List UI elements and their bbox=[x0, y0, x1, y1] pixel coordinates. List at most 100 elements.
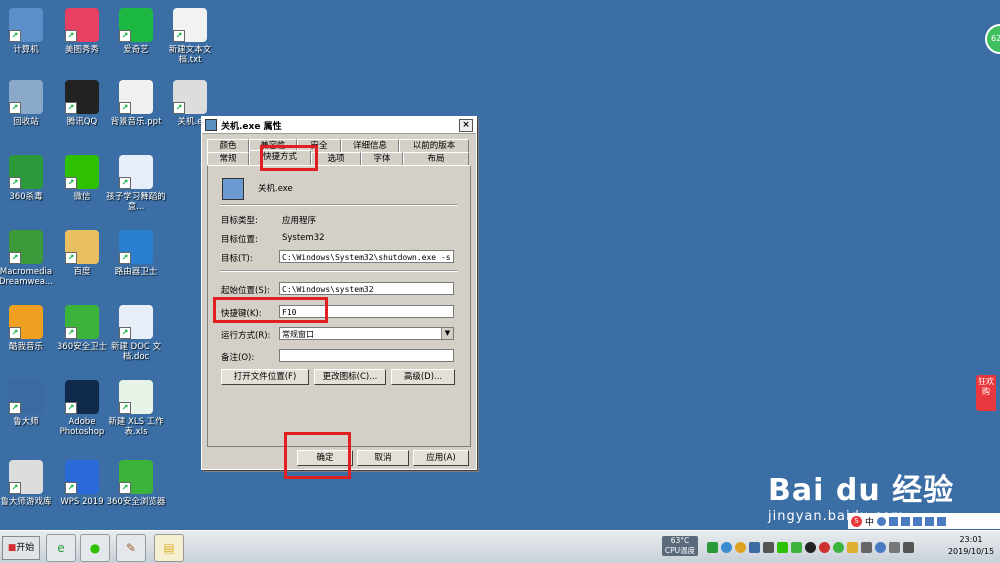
desktop-icon-label: 孩子学习舞蹈的意... bbox=[106, 192, 166, 212]
clock-date: 2019/10/15 bbox=[947, 547, 995, 556]
cpu-temp-widget[interactable]: 63°C CPU温度 bbox=[662, 536, 698, 556]
tab-previous-versions[interactable]: 以前的版本 bbox=[399, 139, 469, 152]
target-location-label: 目标位置: bbox=[221, 235, 258, 245]
wps-icon: ↗ bbox=[65, 460, 99, 494]
ime-mode[interactable]: 中 bbox=[865, 515, 874, 528]
sogou-icon[interactable]: S bbox=[851, 515, 862, 527]
dialog-title: 关机.exe 属性 bbox=[221, 121, 282, 132]
tab-details[interactable]: 详细信息 bbox=[341, 139, 399, 152]
dreamweaver-icon: ↗ bbox=[9, 230, 43, 264]
tray-display-icon[interactable] bbox=[763, 541, 774, 553]
close-button[interactable]: × bbox=[459, 118, 473, 132]
tab-options[interactable]: 选项 bbox=[311, 152, 361, 165]
floating-ball-badge[interactable]: 62 bbox=[985, 24, 1000, 54]
folder-icon: ↗ bbox=[65, 230, 99, 264]
tray-kuwo-icon[interactable] bbox=[735, 541, 746, 553]
shortcut-arrow-icon: ↗ bbox=[173, 102, 185, 114]
open-file-location-button[interactable]: 打开文件位置(F) bbox=[221, 369, 309, 385]
desktop-icon-router[interactable]: ↗ 路由器卫士 bbox=[104, 230, 168, 277]
shortcut-arrow-icon: ↗ bbox=[119, 177, 131, 189]
tab-general[interactable]: 常规 bbox=[207, 152, 249, 165]
shortcut-arrow-icon: ↗ bbox=[173, 30, 185, 42]
apply-button[interactable]: 应用(A) bbox=[413, 450, 469, 466]
start-in-input[interactable]: C:\Windows\system32 bbox=[279, 282, 454, 295]
tray-volume-icon[interactable] bbox=[903, 541, 914, 553]
shortcut-arrow-icon: ↗ bbox=[9, 177, 21, 189]
desktop-icon-word-file[interactable]: ↗ 孩子学习舞蹈的意... bbox=[104, 155, 168, 212]
taskbar: ■开始 e ● ✎ ▤ 63°C CPU温度 23:01 2019/10/15 bbox=[0, 530, 1000, 563]
taskbar-paint-icon[interactable]: ✎ bbox=[116, 534, 146, 562]
shortcut-arrow-icon: ↗ bbox=[65, 177, 77, 189]
punct-icon[interactable] bbox=[877, 516, 887, 526]
shortcut-arrow-icon: ↗ bbox=[119, 102, 131, 114]
baidu-brand: Bai du 经验 bbox=[768, 473, 955, 508]
game-pad-icon: ↗ bbox=[9, 460, 43, 494]
shortcut-file-icon bbox=[222, 178, 244, 200]
tab-color[interactable]: 颜色 bbox=[207, 139, 249, 152]
computer-icon: ↗ bbox=[9, 8, 43, 42]
clock-time: 23:01 bbox=[959, 535, 983, 544]
taskbar-explorer-icon[interactable]: ▤ bbox=[154, 534, 184, 562]
taskbar-wechat-icon[interactable]: ● bbox=[80, 534, 110, 562]
shortcut-arrow-icon: ↗ bbox=[9, 102, 21, 114]
tray-qq-icon[interactable] bbox=[805, 541, 816, 553]
keyboard-icon[interactable] bbox=[913, 516, 923, 526]
kuwo-icon: ↗ bbox=[9, 305, 43, 339]
toolbox-icon[interactable] bbox=[937, 516, 947, 526]
ppt-file-icon: ↗ bbox=[119, 80, 153, 114]
tab-font[interactable]: 字体 bbox=[361, 152, 403, 165]
tray-flag-icon[interactable] bbox=[861, 541, 872, 553]
promo-side-tag[interactable]: 狂欢购 bbox=[976, 375, 996, 411]
tray-network-icon[interactable] bbox=[749, 541, 760, 553]
comment-label: 备注(O): bbox=[221, 353, 255, 363]
desktop-icon-doc-file[interactable]: ↗ 新建 DOC 文档.doc bbox=[104, 305, 168, 362]
target-type-value: 应用程序 bbox=[282, 216, 317, 226]
advanced-button[interactable]: 高级(D)... bbox=[391, 369, 455, 385]
dialog-titlebar[interactable]: 关机.exe 属性 × bbox=[202, 117, 476, 134]
tray-browser-icon[interactable] bbox=[721, 541, 732, 553]
cancel-button[interactable]: 取消 bbox=[357, 450, 409, 466]
target-input[interactable]: C:\Windows\System32\shutdown.exe -s bbox=[279, 250, 454, 263]
tray-shield-icon[interactable] bbox=[847, 541, 858, 553]
shortcut-arrow-icon: ↗ bbox=[9, 402, 21, 414]
tray-signal-icon[interactable] bbox=[889, 541, 900, 553]
emoji-icon[interactable] bbox=[889, 516, 899, 526]
run-select-value: 常规窗口 bbox=[282, 330, 314, 339]
tray-security-icon[interactable] bbox=[833, 541, 844, 553]
tray-360-icon[interactable] bbox=[707, 541, 718, 553]
run-select[interactable]: 常规窗口 ▼ bbox=[279, 327, 454, 340]
shortcut-arrow-icon: ↗ bbox=[65, 252, 77, 264]
tab-row-front: 常规 快捷方式 选项 字体 布局 bbox=[207, 150, 469, 166]
ime-toolbar[interactable]: S 中 bbox=[848, 513, 1000, 529]
start-button[interactable]: ■开始 bbox=[2, 536, 40, 560]
target-location-value: System32 bbox=[282, 233, 325, 243]
mic-icon[interactable] bbox=[901, 516, 911, 526]
target-label: 目标(T): bbox=[221, 254, 253, 264]
tray-baidu-icon[interactable] bbox=[875, 541, 886, 553]
qq-icon: ↗ bbox=[65, 80, 99, 114]
chevron-down-icon[interactable]: ▼ bbox=[441, 328, 453, 339]
shortcut-arrow-icon: ↗ bbox=[9, 30, 21, 42]
ludashi-icon: ↗ bbox=[9, 380, 43, 414]
shortcut-arrow-icon: ↗ bbox=[9, 482, 21, 494]
desktop-icon-label: 路由器卫士 bbox=[114, 267, 158, 277]
shortcut-arrow-icon: ↗ bbox=[65, 482, 77, 494]
properties-dialog: 关机.exe 属性 × 颜色 兼容性 安全 详细信息 以前的版本 常规 快捷方式… bbox=[201, 116, 477, 470]
clock[interactable]: 23:01 2019/10/15 bbox=[944, 534, 998, 558]
desktop-icon-text-file[interactable]: ↗ 新建文本文档.txt bbox=[158, 8, 222, 65]
doc-file-icon: ↗ bbox=[119, 305, 153, 339]
skin-icon[interactable] bbox=[925, 516, 935, 526]
change-icon-button[interactable]: 更改图标(C)... bbox=[314, 369, 386, 385]
desktop-icon-360-browser[interactable]: ↗ 360安全浏览器 bbox=[104, 460, 168, 507]
desktop-icon-label: 新建文本文档.txt bbox=[168, 45, 212, 65]
taskbar-360-browser-icon[interactable]: e bbox=[46, 534, 76, 562]
word-file-icon: ↗ bbox=[119, 155, 153, 189]
comment-input[interactable] bbox=[279, 349, 454, 362]
desktop-icon-xls-file[interactable]: ↗ 新建 XLS 工作表.xls bbox=[104, 380, 168, 437]
shortcut-arrow-icon: ↗ bbox=[119, 30, 131, 42]
shortcut-arrow-icon: ↗ bbox=[65, 30, 77, 42]
tray-360safe-icon[interactable] bbox=[791, 541, 802, 553]
tray-wechat-icon[interactable] bbox=[777, 541, 788, 553]
tray-ludashi-icon[interactable] bbox=[819, 541, 830, 553]
tab-layout[interactable]: 布局 bbox=[403, 152, 469, 165]
